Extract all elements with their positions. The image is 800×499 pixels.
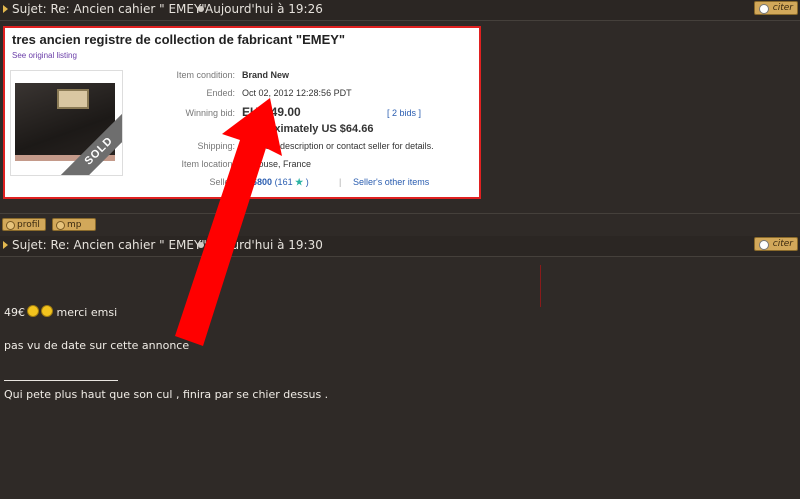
- post-line-1: 49€ merci emsi: [4, 305, 118, 319]
- ebay-listing-screenshot: tres ancien registre de collection de fa…: [3, 26, 481, 199]
- signature-text: Qui pete plus haut que son cul , finira …: [4, 388, 329, 401]
- seller-other-items-link[interactable]: Seller's other items: [353, 177, 429, 187]
- ended-value: Oct 02, 2012 12:28:56 PDT: [242, 88, 352, 98]
- condition-value: Brand New: [242, 70, 290, 80]
- clock-icon: [198, 6, 204, 12]
- winning-bid-value: EUR 49.00: [242, 105, 301, 119]
- shipping-value: See item description or contact seller f…: [242, 141, 434, 151]
- wink-smiley-icon: [41, 305, 53, 317]
- post-header-1: Sujet: Re: Ancien cahier " EMEY" Aujourd…: [0, 0, 800, 21]
- clock-icon: [198, 242, 204, 248]
- post-subject[interactable]: Sujet: Re: Ancien cahier " EMEY": [12, 2, 207, 16]
- smiley-icon: [27, 305, 39, 317]
- post-header-2: Sujet: Re: Ancien cahier " EMEY" Aujourd…: [0, 236, 800, 257]
- location-value: Toulouse, France: [242, 159, 312, 169]
- approx-price: Approximately US $64.66: [242, 123, 374, 135]
- shipping-label: Shipping:: [197, 141, 235, 151]
- post-date: Aujourd'hui à 19:30: [205, 238, 323, 252]
- quote-button[interactable]: citer: [754, 237, 798, 251]
- seller-id-link[interactable]: 246800 (161 ★ ): [242, 177, 309, 188]
- winning-bid-label: Winning bid:: [185, 108, 235, 118]
- red-mark: [540, 265, 541, 307]
- post-icon: [3, 241, 8, 249]
- quote-button[interactable]: citer: [754, 1, 798, 15]
- bids-link[interactable]: [ 2 bids ]: [387, 108, 421, 118]
- book-label: [57, 89, 89, 109]
- location-label: Item location:: [181, 159, 235, 169]
- private-message-button[interactable]: mp: [52, 218, 96, 231]
- ended-label: Ended:: [206, 88, 235, 98]
- signature-rule: [4, 380, 118, 381]
- condition-label: Item condition:: [176, 70, 235, 80]
- star-icon: ★: [295, 177, 304, 187]
- item-thumbnail: SOLD: [10, 70, 123, 176]
- post-date: Aujourd'hui à 19:26: [205, 2, 323, 16]
- listing-title: tres ancien registre de collection de fa…: [12, 32, 346, 47]
- post-icon: [3, 5, 8, 13]
- profile-button[interactable]: profil: [2, 218, 46, 231]
- seller-label: Seller:: [209, 177, 235, 187]
- post-divider: [0, 213, 800, 214]
- post-line-2: pas vu de date sur cette annonce: [4, 339, 190, 352]
- seller-feedback: (161: [274, 177, 293, 187]
- separator-bar: |: [339, 177, 342, 187]
- see-original-link[interactable]: See original listing: [12, 51, 77, 60]
- post-subject[interactable]: Sujet: Re: Ancien cahier " EMEY": [12, 238, 207, 252]
